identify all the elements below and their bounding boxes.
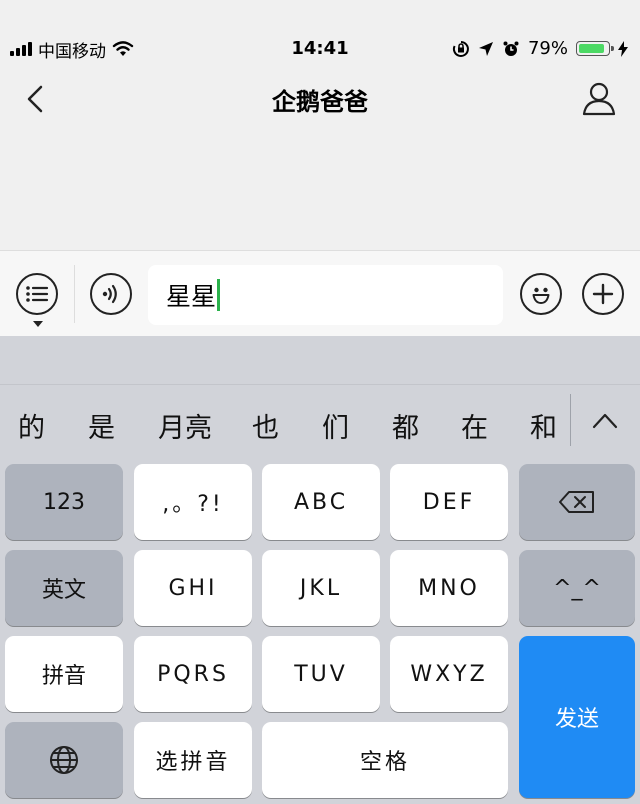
key-123[interactable]: 123 (5, 464, 123, 540)
key-abc[interactable]: ABC (262, 464, 380, 540)
key-label: PQRS (157, 661, 229, 687)
candidate-item[interactable]: 也 (252, 406, 279, 445)
key-label: ABC (293, 489, 349, 515)
key-label: 选拼音 (155, 750, 231, 775)
globe-icon (50, 746, 78, 774)
key-def[interactable]: DEF (390, 464, 508, 540)
candidate-item[interactable]: 的 (18, 406, 45, 445)
message-input[interactable]: 星星 (148, 265, 503, 325)
candidate-item[interactable]: 在 (461, 406, 488, 445)
key-jkl[interactable]: JKL (262, 550, 380, 626)
person-icon (582, 82, 616, 116)
candidate-item[interactable]: 月亮 (158, 406, 212, 445)
key-tuv[interactable]: TUV (262, 636, 380, 712)
key-pinyin[interactable]: 拼音 (5, 636, 123, 712)
key-ghi[interactable]: GHI (134, 550, 252, 626)
candidate-divider (570, 394, 571, 446)
key-label: ^_^ (553, 575, 601, 601)
key-punctuation[interactable]: ,。?! (134, 464, 252, 540)
menu-caret-icon (33, 321, 43, 327)
key-select-pinyin[interactable]: 选拼音 (134, 722, 252, 798)
key-label: 英文 (41, 578, 86, 603)
battery-percent: 79% (527, 38, 568, 59)
candidate-bar-border (0, 384, 640, 385)
candidate-bar: 的 是 月亮 也 们 都 在 和 (0, 384, 640, 462)
plus-icon (592, 283, 614, 305)
backspace-icon (559, 491, 594, 513)
key-label: WXYZ (410, 661, 488, 687)
key-pqrs[interactable]: PQRS (134, 636, 252, 712)
input-toolbar: 星星 (0, 250, 640, 337)
key-label: DEF (422, 489, 476, 515)
key-emoticon[interactable]: ^_^ (519, 550, 635, 626)
orientation-lock-icon (452, 40, 469, 57)
chat-title: 企鹅爸爸 (272, 88, 368, 116)
emoji-icon (532, 287, 550, 304)
battery-icon (576, 41, 614, 56)
charging-icon (618, 40, 628, 57)
location-icon (478, 41, 493, 56)
message-input-text: 星星 (166, 282, 217, 311)
alarm-icon (503, 41, 519, 56)
key-label: GHI (168, 575, 218, 601)
key-label: JKL (299, 575, 343, 601)
send-button[interactable]: 发送 (519, 636, 635, 798)
backspace-key[interactable] (519, 464, 635, 540)
candidate-item[interactable]: 是 (88, 406, 115, 445)
key-mno[interactable]: MNO (390, 550, 508, 626)
key-label: MNO (418, 575, 480, 601)
emoji-button[interactable] (520, 273, 562, 315)
key-label: ,。?! (162, 492, 224, 517)
nav-bar: 企鹅爸爸 (0, 70, 640, 130)
toolbar-divider (74, 265, 75, 323)
key-label: TUV (294, 661, 348, 687)
voice-button[interactable] (90, 273, 132, 315)
voice-icon (102, 284, 117, 304)
chevron-up-icon[interactable] (590, 410, 620, 432)
send-label: 发送 (554, 707, 599, 732)
key-label: 123 (43, 489, 85, 515)
key-wxyz[interactable]: WXYZ (390, 636, 508, 712)
candidate-item[interactable]: 和 (530, 406, 557, 445)
space-key[interactable]: 空格 (262, 722, 508, 798)
candidate-item[interactable]: 都 (392, 406, 419, 445)
list-menu-icon (26, 286, 49, 302)
menu-button[interactable] (16, 273, 58, 315)
text-cursor (217, 279, 221, 311)
keyboard: 的 是 月亮 也 们 都 在 和 123 ,。?! ABC DEF 英文 GHI… (0, 336, 640, 804)
key-label: 拼音 (41, 664, 86, 689)
candidate-item[interactable]: 们 (322, 406, 349, 445)
status-right: 79% (452, 38, 628, 59)
key-english[interactable]: 英文 (5, 550, 123, 626)
plus-button[interactable] (582, 273, 624, 315)
profile-button[interactable] (580, 80, 618, 118)
globe-key[interactable] (5, 722, 123, 798)
key-label: 空格 (359, 750, 410, 775)
